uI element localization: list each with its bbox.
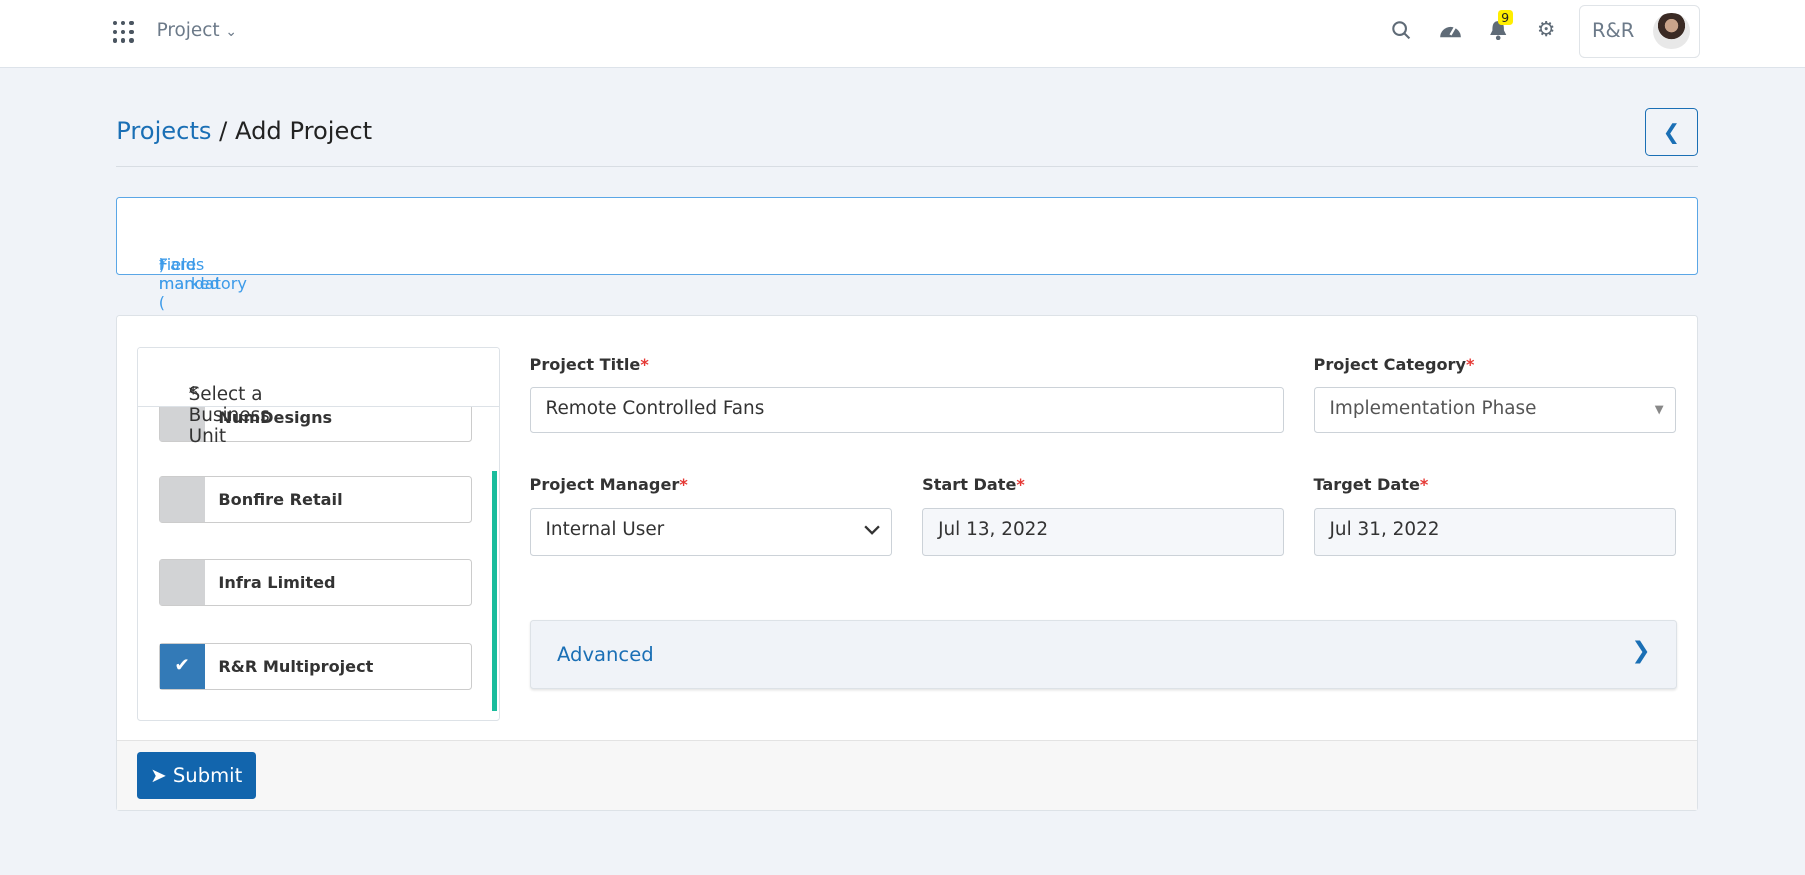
check-icon: ✔	[174, 655, 190, 677]
top-navbar	[0, 0, 1805, 68]
breadcrumb: Projects / Add Project	[116, 117, 372, 145]
breadcrumb-separator: /	[211, 117, 235, 146]
project-manager-label: Project Manager*	[529, 475, 688, 495]
gear-icon[interactable]: ⚙	[1537, 17, 1556, 41]
apps-grid-icon[interactable]	[112, 20, 136, 44]
project-title-label: Project Title*	[529, 354, 649, 374]
project-manager-value: Internal User	[545, 519, 665, 541]
user-label: R&R	[1591, 19, 1635, 43]
notice-text: ) are mandatory	[158, 255, 247, 294]
chevron-right-icon: ❯	[1631, 637, 1651, 664]
business-unit-item[interactable]: Bonfire Retail	[158, 476, 472, 524]
project-category-label: Project Category*	[1313, 354, 1475, 374]
chevron-down-icon	[863, 520, 880, 539]
page-title: Add Project	[235, 117, 373, 146]
business-unit-scrollbar[interactable]	[491, 470, 498, 712]
form-footer	[117, 740, 1697, 811]
project-category-select[interactable]: Implementation Phase ▼	[1313, 386, 1677, 433]
app-menu-dropdown[interactable]: Project ⌄	[157, 20, 237, 41]
arrow-left-circle-icon: ❮	[1662, 120, 1681, 145]
target-date-label: Target Date*	[1313, 475, 1429, 495]
advanced-label: Advanced	[557, 643, 654, 667]
project-title-input[interactable]: Remote Controlled Fans	[529, 386, 1284, 433]
checkbox-checked[interactable]: ✔	[159, 644, 205, 690]
avatar	[1652, 12, 1690, 50]
business-unit-label: R&R Multiproject	[218, 657, 374, 676]
business-unit-title: Select a Business Unit	[188, 384, 270, 448]
target-date-input[interactable]: Jul 31, 2022	[1313, 507, 1677, 557]
dashboard-gauge-icon[interactable]	[1439, 20, 1462, 46]
advanced-section-toggle[interactable]: Advanced ❯	[529, 620, 1677, 690]
required-star: *	[188, 384, 198, 406]
start-date-input[interactable]: Jul 13, 2022	[922, 507, 1284, 557]
breadcrumb-projects-link[interactable]: Projects	[116, 117, 211, 145]
project-manager-select[interactable]: Internal User	[529, 507, 893, 557]
checkbox[interactable]	[159, 560, 205, 606]
search-icon[interactable]	[1391, 20, 1412, 46]
business-unit-item[interactable]: Infra Limited	[158, 559, 472, 607]
app-menu-label: Project	[156, 19, 220, 41]
submit-label: Submit	[172, 763, 243, 787]
caret-down-icon: ▼	[1654, 401, 1664, 416]
mandatory-fields-notice: Fields marked (*) are mandatory	[116, 196, 1698, 312]
divider	[116, 165, 1698, 167]
checkbox[interactable]	[159, 477, 205, 523]
project-category-value: Implementation Phase	[1329, 398, 1537, 420]
user-profile-menu[interactable]: R&R	[1579, 4, 1700, 59]
submit-button[interactable]: ➤ Submit	[136, 751, 256, 799]
business-unit-item[interactable]: ✔ R&R Multiproject	[158, 643, 472, 691]
arrow-right-circle-icon: ➤	[150, 763, 167, 787]
business-unit-label: Infra Limited	[218, 572, 336, 592]
notification-count-badge: 9	[1497, 10, 1513, 26]
back-button[interactable]: ❮	[1645, 108, 1698, 157]
chevron-down-icon: ⌄	[225, 23, 237, 40]
business-unit-panel: Select a Business Unit * NumDesigns Bonfi…	[136, 346, 501, 722]
business-unit-label: Bonfire Retail	[218, 490, 343, 510]
business-unit-header: Select a Business Unit *	[137, 347, 500, 447]
start-date-label: Start Date*	[922, 475, 1025, 495]
